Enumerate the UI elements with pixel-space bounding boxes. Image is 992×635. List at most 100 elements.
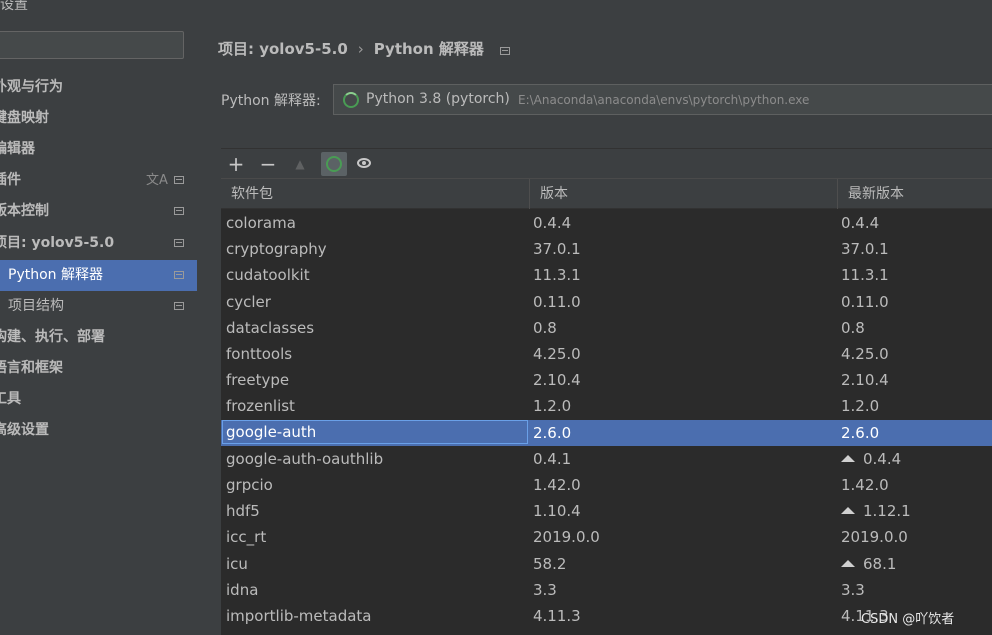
package-name: colorama	[226, 214, 296, 232]
table-row[interactable]: google-auth 2.6.0 2.6.0	[221, 419, 992, 446]
project-scope-icon	[174, 302, 184, 310]
sidebar-item[interactable]: 版本控制	[0, 196, 197, 227]
package-version: 1.42.0	[533, 476, 581, 494]
package-version: 0.4.1	[533, 449, 572, 468]
sidebar-item-label: 外观与行为	[0, 79, 63, 95]
sidebar-item-label: 工具	[0, 391, 21, 407]
table-row[interactable]: google-auth-oauthlib 0.4.1 0.4.4	[221, 446, 992, 472]
interpreter-select[interactable]: Python 3.8 (pytorch) E:\Anaconda\anacond…	[333, 84, 992, 115]
package-version: 0.8	[533, 318, 557, 337]
interpreter-name: Python 3.8 (pytorch)	[366, 91, 510, 107]
column-header-latest[interactable]: 最新版本	[838, 179, 992, 209]
sidebar-item[interactable]: 键盘映射	[0, 103, 197, 134]
package-latest-version: 2.6.0	[841, 423, 880, 442]
sidebar-item-label: 编辑器	[0, 141, 35, 157]
table-row[interactable]: fonttools 4.25.0 4.25.0	[221, 341, 992, 367]
package-latest-version: 68.1	[863, 554, 897, 573]
sidebar-item[interactable]: 项目: yolov5-5.0	[0, 228, 197, 259]
package-version: 58.2	[533, 554, 567, 573]
package-version: 1.2.0	[533, 397, 572, 416]
title-bar: 设置	[0, 0, 992, 14]
breadcrumb-page: Python 解释器	[373, 40, 484, 58]
window-title: 设置	[0, 0, 28, 13]
package-latest-version-cell: 2.10.4	[841, 367, 889, 393]
table-row[interactable]: dataclasses 0.8 0.8	[221, 315, 992, 341]
eye-icon	[357, 158, 371, 168]
upgrade-available-icon	[841, 559, 855, 567]
sidebar-item-label: 项目: yolov5-5.0	[0, 235, 115, 251]
package-latest-version-cell: 2.6.0	[841, 420, 879, 446]
package-name: dataclasses	[226, 318, 315, 337]
package-latest-version: 2019.0.0	[841, 528, 908, 547]
upgrade-available-icon	[841, 454, 855, 462]
remove-package-button[interactable]: −	[255, 152, 281, 176]
package-latest-version: 1.12.1	[863, 502, 911, 521]
sidebar-item[interactable]: 构建、执行、部署	[0, 322, 197, 353]
package-latest-version: 0.8	[841, 318, 865, 337]
sidebar-item-label: 插件	[0, 172, 21, 188]
table-row[interactable]: cudatoolkit 11.3.1 11.3.1	[221, 262, 992, 288]
package-latest-version-cell: 0.4.4	[841, 446, 901, 472]
breadcrumb: 项目: yolov5-5.0 › Python 解释器	[218, 38, 510, 59]
watermark: CSDN @吖饮者	[861, 612, 955, 627]
packages-table: 软件包 版本 最新版本 colorama 0.4.4 0.4.4 cryptograp…	[221, 178, 992, 635]
sidebar-item-label: 版本控制	[0, 203, 49, 219]
package-latest-version-cell: 3.3	[841, 577, 865, 603]
project-scope-icon	[499, 47, 510, 55]
package-name: hdf5	[226, 502, 260, 521]
sidebar-item[interactable]: 高级设置	[0, 415, 197, 446]
package-version: 37.0.1	[533, 240, 581, 259]
package-name: icc_rt	[226, 528, 267, 547]
package-latest-version: 37.0.1	[841, 240, 889, 259]
package-version: 4.25.0	[533, 345, 581, 363]
upgrade-package-button[interactable]: ▲	[287, 152, 313, 176]
main-panel: 项目: yolov5-5.0 › Python 解释器 Python 解释器: Py…	[197, 14, 992, 635]
sidebar-item[interactable]: 工具	[0, 384, 197, 415]
table-row[interactable]: icu 58.2 68.1	[221, 551, 992, 577]
project-scope-icon	[174, 207, 184, 215]
package-name: cycler	[226, 292, 271, 311]
add-package-button[interactable]: +	[223, 152, 249, 176]
package-version: 2.6.0	[533, 423, 572, 442]
package-latest-version-cell: 1.12.1	[841, 498, 911, 524]
package-name: frozenlist	[226, 397, 295, 416]
settings-search-input[interactable]	[0, 31, 184, 59]
sidebar-item[interactable]: 编辑器	[0, 134, 197, 165]
table-row[interactable]: icc_rt 2019.0.0 2019.0.0	[221, 524, 992, 550]
sidebar-item[interactable]: Python 解释器	[0, 260, 197, 291]
package-latest-version: 0.11.0	[841, 292, 889, 311]
breadcrumb-project[interactable]: 项目: yolov5-5.0	[218, 40, 348, 58]
packages-toolbar: + − ▲	[221, 148, 992, 179]
package-latest-version: 1.2.0	[841, 397, 880, 416]
sidebar-item[interactable]: 插件 文A	[0, 165, 197, 196]
sidebar-item-label: 高级设置	[0, 422, 49, 438]
table-row[interactable]: idna 3.3 3.3	[221, 577, 992, 603]
package-name: google-auth-oauthlib	[226, 449, 384, 468]
package-version: 1.10.4	[533, 502, 581, 521]
package-latest-version-cell: 0.4.4	[841, 210, 879, 236]
package-latest-version-cell: 11.3.1	[841, 262, 889, 288]
package-latest-version: 4.25.0	[841, 345, 889, 363]
table-row[interactable]: colorama 0.4.4 0.4.4	[221, 210, 992, 236]
sidebar-item[interactable]: 语言和框架	[0, 353, 197, 384]
table-row[interactable]: hdf5 1.10.4 1.12.1	[221, 498, 992, 524]
table-row[interactable]: cycler 0.11.0 0.11.0	[221, 289, 992, 315]
column-header-package[interactable]: 软件包	[221, 179, 530, 209]
package-latest-version-cell: 2019.0.0	[841, 524, 908, 550]
refresh-button[interactable]	[321, 152, 347, 176]
sidebar-item[interactable]: 外观与行为	[0, 72, 197, 103]
package-latest-version: 2.10.4	[841, 371, 889, 390]
package-version: 2019.0.0	[533, 528, 600, 547]
sidebar-item[interactable]: 项目结构	[0, 291, 197, 322]
package-latest-version-cell: 68.1	[841, 551, 896, 577]
package-latest-version-cell: 4.25.0	[841, 341, 889, 367]
show-early-releases-button[interactable]	[353, 152, 379, 176]
package-name: google-auth	[222, 419, 528, 444]
breadcrumb-separator: ›	[357, 40, 364, 58]
table-row[interactable]: freetype 2.10.4 2.10.4	[221, 367, 992, 393]
table-row[interactable]: grpcio 1.42.0 1.42.0	[221, 472, 992, 498]
column-header-version[interactable]: 版本	[530, 179, 838, 209]
table-row[interactable]: frozenlist 1.2.0 1.2.0	[221, 393, 992, 419]
interpreter-path: E:\Anaconda\anaconda\envs\pytorch\python…	[518, 93, 810, 107]
table-row[interactable]: cryptography 37.0.1 37.0.1	[221, 236, 992, 262]
